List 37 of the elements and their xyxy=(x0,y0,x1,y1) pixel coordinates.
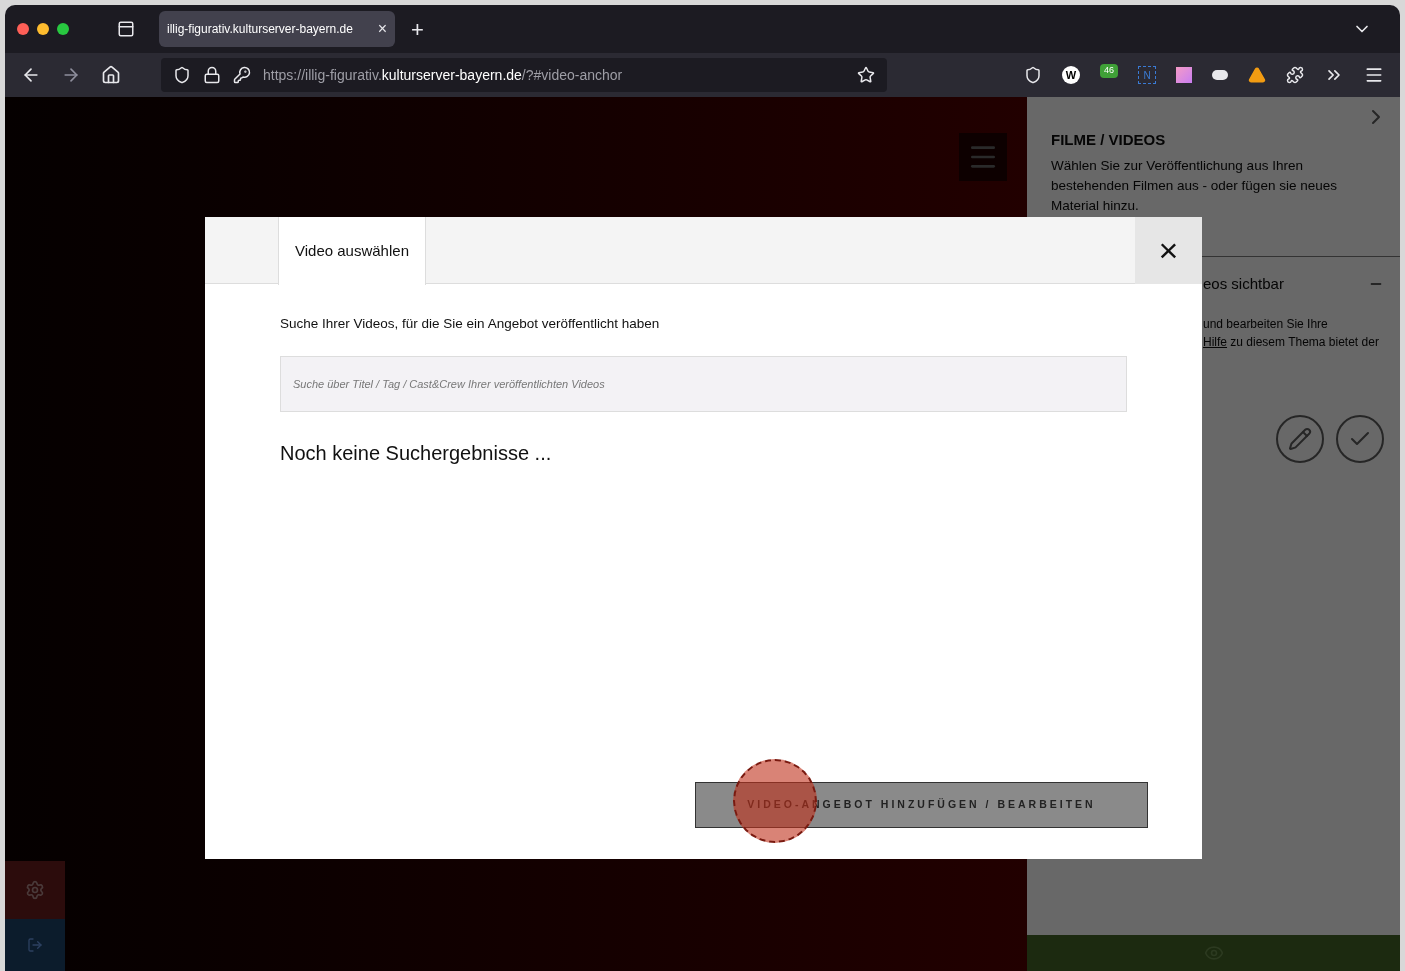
section-text: zu diesem Thema bietet der xyxy=(1229,335,1379,349)
url-text: https://illig-figurativ.kulturserver-bayern.de/?#video-anchor xyxy=(263,65,624,85)
lock-icon xyxy=(203,66,221,84)
pencil-icon xyxy=(1288,427,1312,451)
add-video-offer-button[interactable]: VIDEO-ANGEBOT HINZUFÜGEN / BEARBEITEN xyxy=(695,782,1148,828)
confirm-button[interactable] xyxy=(1336,415,1384,463)
minimize-window-button[interactable] xyxy=(37,23,49,35)
panel-description: Wählen Sie zur Veröffentlichung aus Ihren bestehenden Filmen aus - oder fügen sie neues Material hinzu. xyxy=(1051,156,1338,215)
maximize-window-button[interactable] xyxy=(57,23,69,35)
modal-tab[interactable]: Video auswählen xyxy=(278,217,426,285)
help-link[interactable]: Hilfe xyxy=(1203,335,1227,349)
home-icon[interactable] xyxy=(101,65,121,85)
bookmark-star-icon[interactable] xyxy=(857,66,875,84)
shield-icon[interactable] xyxy=(173,66,191,84)
panel-title: FILME / VIDEOS xyxy=(1051,130,1167,150)
extensions-icon[interactable] xyxy=(1286,66,1304,84)
search-intro: Suche Ihrer Videos, für die Sie ein Angebot veröffentlicht haben xyxy=(280,315,661,333)
new-tab-button[interactable]: + xyxy=(403,12,432,46)
tab-close-button[interactable]: × xyxy=(377,17,387,41)
extension-icon[interactable] xyxy=(1212,70,1228,80)
cone-icon[interactable] xyxy=(1248,66,1266,84)
key-icon[interactable] xyxy=(233,66,251,84)
section-text: und bearbeiten Sie Ihre xyxy=(1203,316,1329,333)
close-button[interactable]: × xyxy=(1135,217,1202,284)
settings-icon xyxy=(25,880,45,900)
search-field[interactable]: Suche über Titel / Tag / Cast&Crew Ihrer veröffentlichten Videos xyxy=(280,356,1127,413)
extension-icon[interactable]: W xyxy=(1062,66,1080,84)
tab-overview-icon[interactable] xyxy=(117,20,135,38)
section-title: eos sichtbar xyxy=(1203,273,1284,294)
logout-icon xyxy=(27,937,43,953)
url-bar[interactable]: https://illig-figurativ.kulturserver-bayern.de/?#video-anchor xyxy=(161,58,887,92)
empty-results-message: Noch keine Suchergebnisse ... xyxy=(280,441,553,467)
menu-icon[interactable] xyxy=(1364,65,1384,85)
browser-tab[interactable]: illig-figurativ.kulturserver-bayern.de × xyxy=(159,11,395,47)
edit-button[interactable] xyxy=(1276,415,1324,463)
close-window-button[interactable] xyxy=(17,23,29,35)
tab-title: illig-figurativ.kulturserver-bayern.de xyxy=(167,21,354,38)
